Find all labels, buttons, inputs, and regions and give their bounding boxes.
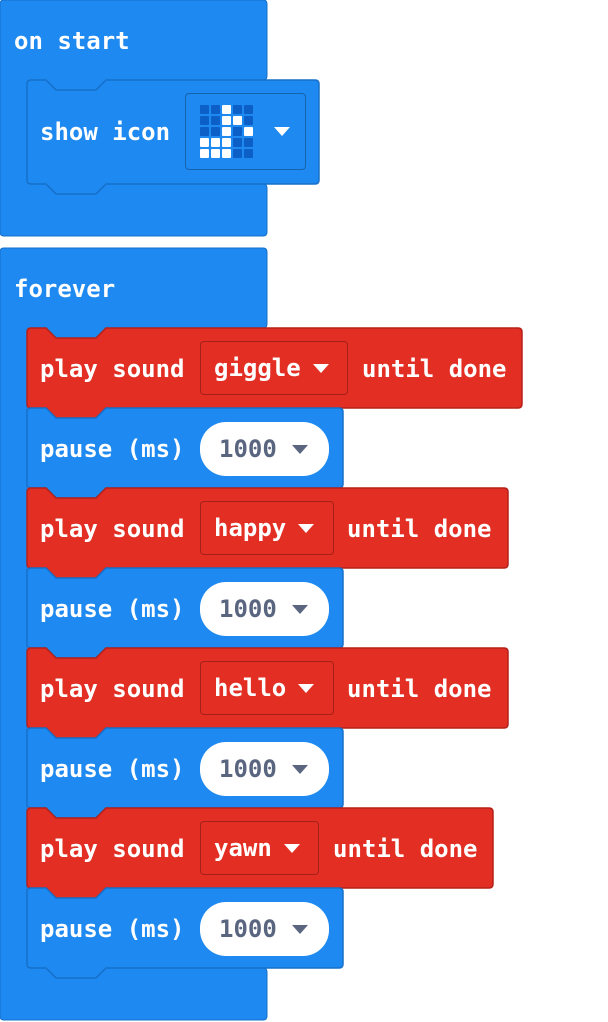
forever-label: forever	[14, 275, 116, 303]
sound-dropdown[interactable]: giggle	[200, 341, 348, 395]
led-4-2	[222, 149, 231, 158]
show-icon-label: show icon	[40, 118, 171, 146]
led-3-4	[244, 138, 253, 147]
sound-dropdown[interactable]: happy	[200, 501, 334, 555]
led-1-0	[200, 116, 209, 125]
led-3-2	[222, 138, 231, 147]
led-1-3	[233, 116, 242, 125]
sound-dropdown[interactable]: hello	[200, 661, 334, 715]
sound-dropdown-value: hello	[214, 674, 287, 702]
play-sound-label: play sound	[40, 835, 185, 863]
pause-duration-input[interactable]: 1000	[200, 582, 329, 636]
sound-dropdown-value: happy	[214, 514, 287, 542]
until-done-label: until done	[362, 355, 507, 383]
led-4-1	[211, 149, 220, 158]
chevron-down-icon	[291, 924, 308, 934]
pause-label: pause (ms)	[40, 755, 185, 783]
chevron-down-icon	[298, 523, 315, 533]
led-0-1	[211, 105, 220, 114]
pause-label: pause (ms)	[40, 595, 185, 623]
led-2-2	[222, 127, 231, 136]
led-0-4	[244, 105, 253, 114]
chevron-down-icon	[298, 683, 315, 693]
pause-label: pause (ms)	[40, 435, 185, 463]
chevron-down-icon	[283, 843, 300, 853]
led-4-3	[233, 149, 242, 158]
chevron-down-icon	[291, 604, 308, 614]
led-1-2	[222, 116, 231, 125]
led-4-0	[200, 149, 209, 158]
on-start-label: on start	[14, 27, 130, 55]
icon-dropdown[interactable]	[185, 93, 306, 170]
sound-dropdown-value: giggle	[214, 354, 301, 382]
chevron-down-icon	[312, 363, 329, 373]
play-sound-label: play sound	[40, 675, 185, 703]
led-1-4	[244, 116, 253, 125]
led-4-4	[244, 149, 253, 158]
chevron-down-icon	[274, 127, 290, 136]
pause-duration-value: 1000	[219, 595, 277, 623]
chevron-down-icon	[291, 764, 308, 774]
chevron-down-icon	[291, 444, 308, 454]
until-done-label: until done	[333, 835, 478, 863]
led-3-1	[211, 138, 220, 147]
led-2-1	[211, 127, 220, 136]
sound-dropdown-value: yawn	[214, 834, 272, 862]
pause-duration-value: 1000	[219, 435, 277, 463]
pause-duration-value: 1000	[219, 915, 277, 943]
led-0-3	[233, 105, 242, 114]
led-3-3	[233, 138, 242, 147]
led-icon-preview	[200, 105, 253, 158]
pause-duration-input[interactable]: 1000	[200, 422, 329, 476]
led-2-3	[233, 127, 242, 136]
play-sound-label: play sound	[40, 355, 185, 383]
led-1-1	[211, 116, 220, 125]
until-done-label: until done	[347, 515, 492, 543]
led-0-0	[200, 105, 209, 114]
led-3-0	[200, 138, 209, 147]
play-sound-label: play sound	[40, 515, 185, 543]
led-0-2	[222, 105, 231, 114]
pause-duration-input[interactable]: 1000	[200, 902, 329, 956]
pause-duration-input[interactable]: 1000	[200, 742, 329, 796]
pause-label: pause (ms)	[40, 915, 185, 943]
pause-duration-value: 1000	[219, 755, 277, 783]
sound-dropdown[interactable]: yawn	[200, 821, 319, 875]
led-2-4	[244, 127, 253, 136]
until-done-label: until done	[347, 675, 492, 703]
led-2-0	[200, 127, 209, 136]
